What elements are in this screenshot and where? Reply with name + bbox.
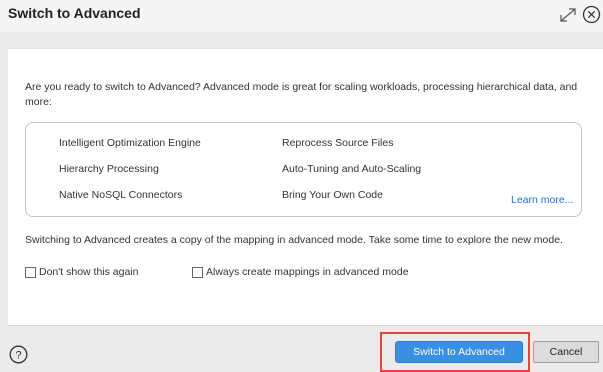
dialog-title: Switch to Advanced [8,5,141,21]
always-advanced-label: Always create mappings in advanced mode [206,266,409,278]
dialog-body: Are you ready to switch to Advanced? Adv… [8,48,603,326]
svg-text:?: ? [15,350,21,362]
dialog-header: Switch to Advanced [0,0,603,32]
feature-list-box: Intelligent Optimization Engine Hierarch… [25,122,582,217]
feature-item: Hierarchy Processing [59,163,159,175]
copy-note-text: Switching to Advanced creates a copy of … [25,234,563,246]
learn-more-link[interactable]: Learn more... [511,194,573,206]
help-icon[interactable]: ? [9,345,28,364]
close-icon[interactable] [582,5,601,24]
feature-item: Intelligent Optimization Engine [59,137,201,149]
feature-item: Auto-Tuning and Auto-Scaling [282,163,422,175]
dont-show-again-checkbox[interactable] [25,266,36,278]
dont-show-again-option[interactable]: Don't show this again [25,266,138,278]
always-advanced-option[interactable]: Always create mappings in advanced mode [192,266,409,278]
feature-item: Bring Your Own Code [282,189,383,201]
dont-show-again-label: Don't show this again [39,266,139,278]
switch-to-advanced-button[interactable]: Switch to Advanced [395,341,523,363]
feature-item: Reprocess Source Files [282,137,394,149]
feature-item: Native NoSQL Connectors [59,189,183,201]
expand-icon[interactable] [558,6,578,24]
cancel-button[interactable]: Cancel [533,341,599,363]
always-advanced-checkbox[interactable] [192,266,203,278]
intro-text: Are you ready to switch to Advanced? Adv… [25,81,578,108]
switch-to-advanced-dialog: Switch to Advanced Are you ready to swit… [0,0,603,372]
